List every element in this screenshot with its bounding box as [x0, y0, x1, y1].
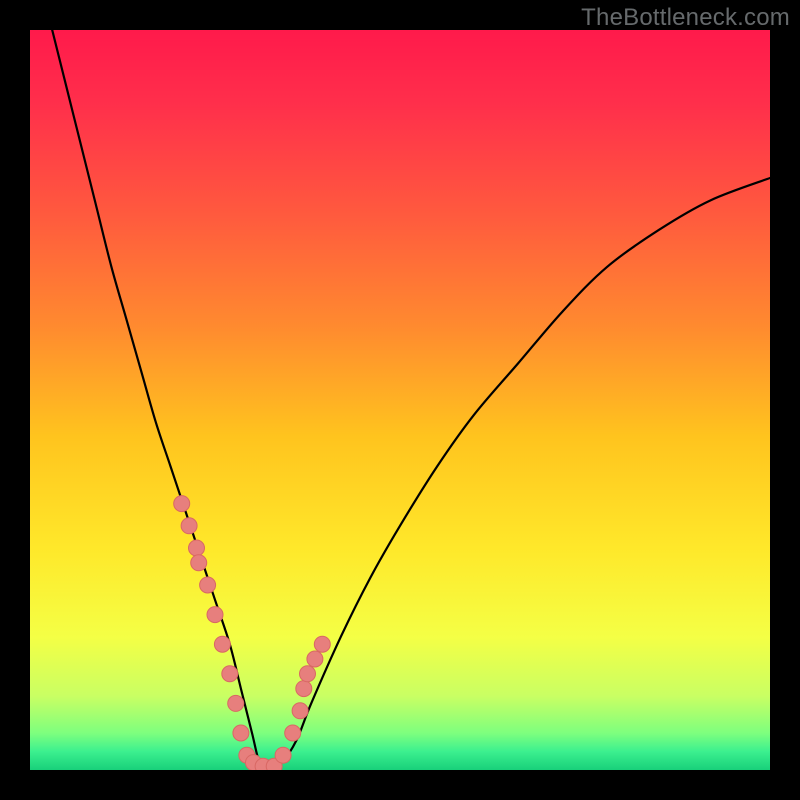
curve-layer [30, 30, 770, 770]
highlight-marker [174, 496, 190, 512]
bottleneck-curve [52, 30, 770, 770]
highlight-marker [285, 725, 301, 741]
highlight-marker [275, 747, 291, 763]
highlight-marker [292, 703, 308, 719]
watermark-text: TheBottleneck.com [581, 4, 790, 32]
highlight-marker [214, 636, 230, 652]
highlight-marker [200, 577, 216, 593]
highlight-marker [300, 666, 316, 682]
highlight-marker [222, 666, 238, 682]
highlight-marker [189, 540, 205, 556]
highlight-marker [207, 607, 223, 623]
highlight-marker [181, 518, 197, 534]
highlight-marker [228, 695, 244, 711]
highlight-marker [314, 636, 330, 652]
highlight-marker [296, 681, 312, 697]
highlight-marker [307, 651, 323, 667]
highlight-marker [191, 555, 207, 571]
chart-frame: TheBottleneck.com [0, 0, 800, 800]
plot-area [30, 30, 770, 770]
highlight-marker [233, 725, 249, 741]
